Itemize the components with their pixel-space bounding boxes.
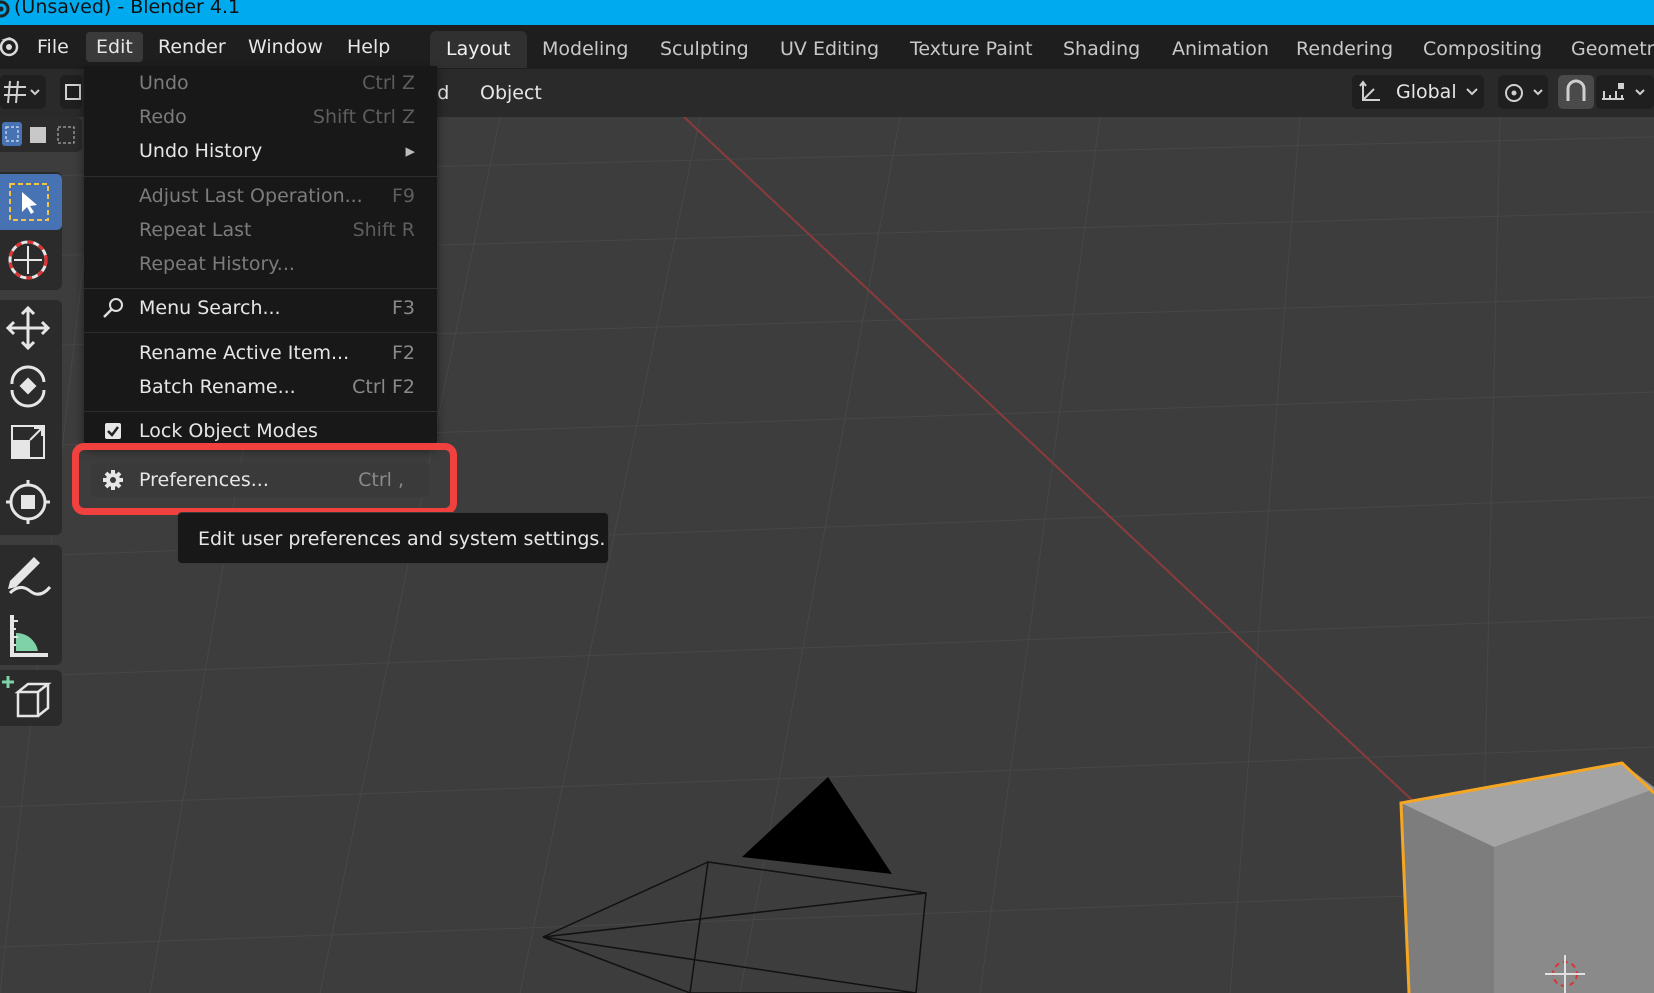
menu-item-redo[interactable]: Redo Shift Ctrl Z <box>84 100 437 134</box>
menu-window[interactable]: Window <box>238 32 333 62</box>
select-mode-icons[interactable] <box>0 117 82 152</box>
toolbar-transform-group <box>0 300 62 535</box>
increment-snap-icon <box>1602 83 1645 100</box>
pivot-icon <box>1505 84 1543 102</box>
menu-item-adjust-last[interactable]: Adjust Last Operation... F9 <box>84 179 437 213</box>
ruler-icon <box>10 615 48 657</box>
object-menu[interactable]: Object <box>480 79 542 107</box>
window-title: (Unsaved) - Blender 4.1 <box>14 0 241 18</box>
tab-animation[interactable]: Animation <box>1156 31 1285 68</box>
tab-sculpting[interactable]: Sculpting <box>644 31 765 68</box>
scale-icon <box>11 425 45 459</box>
highlight-box <box>72 443 457 515</box>
tab-layout[interactable]: Layout <box>430 31 527 68</box>
menu-item-undo[interactable]: Undo Ctrl Z <box>84 66 437 100</box>
menu-item-undo-history[interactable]: Undo History ▸ <box>84 134 437 168</box>
pivot-point-dropdown[interactable] <box>1498 75 1548 109</box>
menu-item-repeat-last[interactable]: Repeat Last Shift R <box>84 213 437 247</box>
pencil-icon <box>8 557 52 596</box>
grid-axis-icon <box>4 80 40 104</box>
tool-annotate[interactable] <box>0 547 62 603</box>
tool-scale[interactable] <box>0 416 62 472</box>
snap-toggle[interactable] <box>1558 75 1594 109</box>
tab-uv-editing[interactable]: UV Editing <box>764 31 895 68</box>
snap-target-dropdown[interactable] <box>1596 75 1654 109</box>
tab-shading[interactable]: Shading <box>1047 31 1156 68</box>
menu-help[interactable]: Help <box>337 32 400 62</box>
search-icon <box>103 298 123 318</box>
chevron-down-icon <box>1466 88 1478 96</box>
default-cube[interactable] <box>1399 761 1654 993</box>
tab-geometry[interactable]: Geometry <box>1555 31 1654 68</box>
orientation-axes-icon <box>1359 80 1380 101</box>
select-mode-bar <box>0 117 82 152</box>
magnet-icon <box>1566 79 1586 101</box>
menu-item-rename-active[interactable]: Rename Active Item... F2 <box>84 336 437 370</box>
top-menubar: File Edit Render Window Help Layout Mode… <box>0 25 1654 69</box>
menu-render[interactable]: Render <box>148 32 236 62</box>
rotate-icon <box>10 365 46 408</box>
tool-measure[interactable] <box>0 607 62 663</box>
select-box-icon <box>9 183 49 221</box>
preferences-tooltip: Edit user preferences and system setting… <box>177 512 609 564</box>
editor-type-button[interactable] <box>0 75 46 109</box>
toolbar-select-group <box>0 172 62 290</box>
tool-add-cube[interactable] <box>0 670 62 726</box>
menu-separator <box>84 411 437 412</box>
menu-file[interactable]: File <box>27 32 79 62</box>
menu-item-repeat-history[interactable]: Repeat History... <box>84 247 437 281</box>
tab-texture-paint[interactable]: Texture Paint <box>894 31 1049 68</box>
move-arrows-icon <box>5 305 51 351</box>
menu-item-menu-search[interactable]: Menu Search... F3 <box>84 291 437 325</box>
toolbar-annotate-group <box>0 545 62 665</box>
tool-rotate[interactable] <box>0 358 62 414</box>
blender-menu-icon[interactable] <box>0 34 26 60</box>
menu-separator <box>84 176 437 177</box>
tab-rendering[interactable]: Rendering <box>1280 31 1409 68</box>
orientation-label: Global <box>1396 81 1457 103</box>
tool-select-box[interactable] <box>0 174 62 230</box>
tab-compositing[interactable]: Compositing <box>1407 31 1558 68</box>
tab-modeling[interactable]: Modeling <box>526 31 644 68</box>
add-cube-icon <box>2 676 52 718</box>
window-titlebar: (Unsaved) - Blender 4.1 <box>0 0 1654 25</box>
cursor-tool-icon <box>8 240 48 280</box>
menu-separator <box>84 332 437 333</box>
mode-button[interactable] <box>60 75 82 109</box>
tool-transform[interactable] <box>0 474 62 530</box>
menu-separator <box>84 288 437 289</box>
edit-menu-dropdown: Undo Ctrl Z Redo Shift Ctrl Z Undo History… <box>84 66 437 446</box>
blender-logo-icon <box>0 0 10 18</box>
menu-edit[interactable]: Edit <box>86 32 143 62</box>
checkbox-checked-icon <box>105 423 121 439</box>
transform-orientation-dropdown[interactable]: Global <box>1352 75 1484 109</box>
menu-item-batch-rename[interactable]: Batch Rename... Ctrl F2 <box>84 370 437 404</box>
transform-icon <box>6 480 50 524</box>
tool-move[interactable] <box>0 300 62 356</box>
tool-cursor[interactable] <box>0 232 62 288</box>
toolbar-add-group <box>0 670 62 726</box>
submenu-arrow-icon: ▸ <box>405 140 415 162</box>
object-mode-icon <box>65 84 81 100</box>
